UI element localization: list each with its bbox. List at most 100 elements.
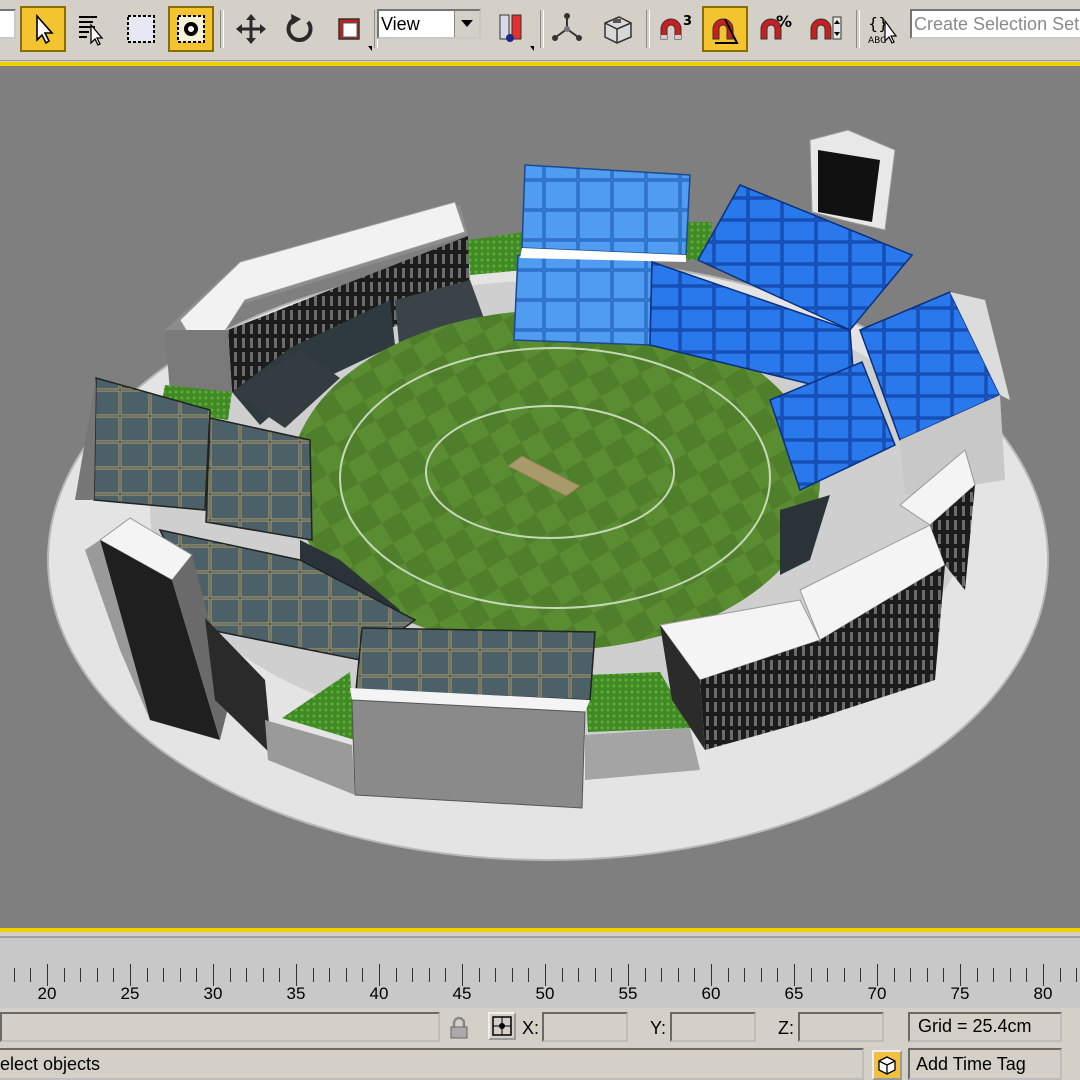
timeline-tick [926,968,928,982]
absolute-mode-toggle[interactable] [488,1012,516,1040]
timeline-tick [163,968,165,982]
timeline-tick [711,964,712,986]
timeline-tick [229,968,231,982]
named-selection-icon: {}ABC [868,14,898,46]
flyout-indicator [530,46,534,51]
lock-icon[interactable] [447,1016,471,1040]
keyboard-shortcut-icon [604,16,632,44]
move-icon [236,14,266,44]
timeline-tick [80,968,82,982]
timeline-tick [47,964,48,986]
snap-magnet-icon: 3 [660,14,691,40]
pivot-center-button[interactable] [488,6,534,52]
select-arrow-icon [36,13,54,45]
timeline-tick [777,968,779,982]
timeline-tick [213,964,214,986]
scale-button[interactable] [326,6,372,52]
chevron-down-icon[interactable] [454,11,479,37]
timeline-tick [561,968,563,982]
keyboard-shortcut-toggle-button[interactable] [594,6,640,52]
flyout-indicator [368,46,372,51]
add-time-tag-field[interactable]: Add Time Tag [908,1048,1062,1080]
select-manipulate-button[interactable] [544,6,590,52]
scoreboard-tower [809,129,896,231]
timeline-tick [445,968,447,982]
timeline-tick [578,968,580,982]
timeline-frame-label: 25 [120,984,140,1003]
timeline-tick [345,968,347,982]
timeline-tick [744,968,746,982]
timeline-tick [1043,964,1044,986]
timeline-tick [727,968,729,982]
timeline-frame-label: 35 [286,984,306,1003]
timeline-tick [296,964,297,986]
select-object-button[interactable] [20,6,66,52]
grass-patch [468,232,525,275]
select-by-name-button[interactable] [68,6,114,52]
status-bar: X: Y: Z: Grid = 25.4cm elect objects Add… [0,1008,1080,1080]
prompt-text: elect objects [0,1054,101,1074]
maxscript-listener-field[interactable] [0,1012,440,1042]
window-crossing-icon [177,15,205,43]
timeline-tick [63,968,65,982]
timeline-tick [877,964,878,986]
timeline-tick [611,968,613,982]
reference-coordinate-dropdown[interactable]: View [377,9,481,39]
time-tag-button[interactable] [872,1050,902,1080]
angle-snap-icon [712,18,739,44]
timeline-tick [594,968,596,982]
timeline-tick [312,968,314,982]
timeline-tick [130,964,131,986]
track-bar[interactable]: 20 25 30 35 40 45 50 55 60 65 70 75 80 [0,936,1080,1010]
angle-snap-toggle-button[interactable] [702,6,748,52]
timeline-tick [279,968,281,982]
stadium-3d-model [47,129,1049,861]
timeline-tick [1076,968,1078,982]
rotate-button[interactable] [276,6,322,52]
snap-dimension-label: 3 [683,14,691,29]
timeline-tick [262,968,264,982]
timeline-tick [677,968,679,982]
timeline-tick [146,968,148,982]
rectangular-selection-button[interactable] [118,6,164,52]
x-coordinate-input[interactable] [542,1012,628,1042]
prompt-line: elect objects [0,1048,864,1080]
scale-icon [338,18,360,40]
timeline-tick [462,964,463,986]
rect-selection-icon [127,15,155,43]
spinner-snap-toggle-button[interactable] [802,6,848,52]
reference-coordinate-value: View [381,14,420,34]
timeline-tick [860,968,862,982]
timeline-tick [179,968,181,982]
timeline-tick [329,968,331,982]
toolbar-separator [220,10,224,48]
edit-named-selection-button[interactable]: {} ABC [860,6,906,52]
timeline-tick [843,968,845,982]
percent-snap-toggle-button[interactable]: % [752,6,798,52]
window-crossing-button[interactable] [168,6,214,52]
timeline-tick [478,968,480,982]
timeline-tick [545,964,546,986]
timeline-frame-label: 65 [784,984,804,1003]
snaps-toggle-button[interactable]: 3 [650,6,696,52]
timeline-tick [528,968,530,982]
perspective-viewport[interactable] [0,66,1080,928]
move-button[interactable] [228,6,274,52]
percent-snap-icon: % [760,12,792,40]
named-selection-set-input[interactable]: Create Selection Set [910,9,1080,39]
z-coordinate-input[interactable] [798,1012,884,1042]
timeline-tick [976,968,978,982]
select-by-name-icon [79,16,104,46]
timeline-tick [30,968,32,982]
timeline-tick [943,968,945,982]
timeline-tick [694,968,696,982]
y-coordinate-input[interactable] [670,1012,756,1042]
rotate-icon [286,14,313,43]
timeline-frame-label: 80 [1033,984,1053,1003]
grid-size-display: Grid = 25.4cm [908,1012,1062,1042]
timeline-tick [395,968,397,982]
undo-dropdown[interactable] [0,9,16,39]
timeline-frame-label: 70 [867,984,887,1003]
x-coordinate-label: X: [522,1018,540,1038]
timeline-tick [428,968,430,982]
